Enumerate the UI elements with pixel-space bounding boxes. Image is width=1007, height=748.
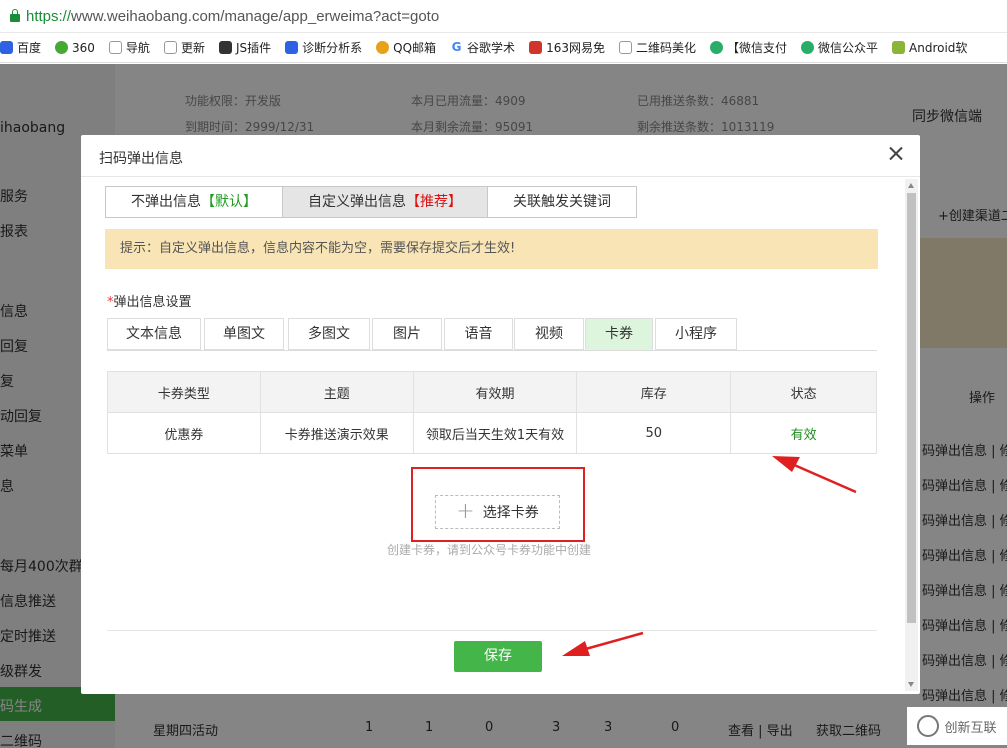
page-icon bbox=[108, 41, 122, 54]
bookmark-scholar[interactable]: G 谷歌学术 bbox=[450, 39, 515, 56]
page-icon bbox=[618, 41, 632, 54]
footer-divider bbox=[107, 630, 877, 631]
tip-banner: 提示：自定义弹出信息，信息内容不能为空，需要保存提交后才生效! bbox=[105, 229, 878, 269]
bookmark-wxpay[interactable]: 【微信支付 bbox=[709, 39, 787, 56]
scroll-down-arrow-icon[interactable] bbox=[908, 682, 914, 687]
dialog-header: 扫码弹出信息 bbox=[81, 135, 920, 177]
analysis-icon bbox=[285, 41, 299, 54]
tab-card-coupon[interactable]: 卡券 bbox=[585, 318, 653, 350]
android-icon bbox=[892, 41, 906, 54]
popup-mode-tabs: 不弹出信息【默认】 自定义弹出信息【推荐】 关联触发关键词 bbox=[105, 186, 637, 218]
bookmarks-bar: 百度 360 导航 更新 JS插件 诊断分析系 QQ邮箱 G 谷歌学术 163网易… bbox=[0, 33, 1007, 63]
url-text[interactable]: https://www.weihaobang.com/manage/app_er… bbox=[26, 8, 439, 25]
tab-text[interactable]: 文本信息 bbox=[107, 318, 201, 350]
table-header-row: 卡券类型 主题 有效期 库存 状态 bbox=[107, 371, 877, 413]
bookmark-qrcode[interactable]: 二维码美化 bbox=[618, 39, 696, 56]
bookmark-diagnosis[interactable]: 诊断分析系 bbox=[285, 39, 362, 56]
wechat-icon bbox=[709, 41, 723, 54]
col-header-validity: 有效期 bbox=[412, 371, 578, 413]
cell-stock: 50 bbox=[576, 412, 732, 454]
360-icon bbox=[55, 41, 69, 54]
tab-custom-popup[interactable]: 自定义弹出信息【推荐】 bbox=[283, 187, 488, 217]
col-header-subject: 主题 bbox=[259, 371, 414, 413]
coupon-table: 卡券类型 主题 有效期 库存 状态 优惠券 卡券推送演示效果 领取后当天生效1天… bbox=[107, 371, 877, 454]
wechat-icon bbox=[801, 41, 814, 54]
plus-icon: + bbox=[456, 499, 475, 524]
cell-coupon-type: 优惠券 bbox=[107, 412, 261, 454]
tab-mini-program[interactable]: 小程序 bbox=[655, 318, 737, 350]
cell-validity: 领取后当天生效1天有效 bbox=[412, 412, 578, 454]
bookmark-update[interactable]: 更新 bbox=[163, 39, 205, 56]
col-header-stock: 库存 bbox=[576, 371, 732, 413]
bookmark-js[interactable]: JS插件 bbox=[218, 39, 271, 56]
page-icon bbox=[163, 41, 177, 54]
col-header-type: 卡券类型 bbox=[107, 371, 261, 413]
address-bar[interactable]: https://www.weihaobang.com/manage/app_er… bbox=[0, 0, 1007, 33]
cell-subject: 卡券推送演示效果 bbox=[259, 412, 414, 454]
tab-voice[interactable]: 语音 bbox=[444, 318, 513, 350]
close-icon[interactable] bbox=[886, 144, 906, 164]
tab-keyword-trigger[interactable]: 关联触发关键词 bbox=[488, 187, 636, 217]
col-header-status: 状态 bbox=[730, 371, 877, 413]
paw-icon bbox=[0, 41, 13, 54]
scroll-up-arrow-icon[interactable] bbox=[908, 183, 914, 188]
google-icon: G bbox=[450, 40, 464, 54]
section-label: *弹出信息设置 bbox=[107, 295, 192, 310]
mail-icon bbox=[376, 41, 390, 54]
lock-icon bbox=[10, 9, 20, 22]
bookmark-wxmp[interactable]: 微信公众平 bbox=[801, 39, 878, 56]
message-type-tabs: 文本信息 单图文 多图文 图片 语音 视频 卡券 小程序 bbox=[107, 318, 877, 351]
dialog-scrollbar[interactable] bbox=[905, 179, 918, 691]
save-button[interactable]: 保存 bbox=[454, 641, 542, 672]
dialog-title: 扫码弹出信息 bbox=[99, 151, 183, 167]
bookmark-android[interactable]: Android软 bbox=[892, 39, 967, 56]
tab-image[interactable]: 图片 bbox=[372, 318, 442, 350]
tab-single-article[interactable]: 单图文 bbox=[204, 318, 284, 350]
bookmark-nav[interactable]: 导航 bbox=[108, 39, 150, 56]
tab-no-popup[interactable]: 不弹出信息【默认】 bbox=[106, 187, 283, 217]
bookmark-qqmail[interactable]: QQ邮箱 bbox=[376, 39, 436, 56]
bookmark-baidu[interactable]: 百度 bbox=[0, 39, 41, 56]
choose-coupon-button[interactable]: + 选择卡券 bbox=[435, 495, 560, 529]
163-icon bbox=[529, 41, 543, 54]
watermark: 创新互联 bbox=[907, 707, 1007, 745]
scroll-thumb[interactable] bbox=[907, 193, 916, 623]
bookmark-163[interactable]: 163网易免 bbox=[529, 39, 605, 56]
brand-logo-icon bbox=[917, 715, 940, 737]
qr-popup-dialog: 扫码弹出信息 不弹出信息【默认】 自定义弹出信息【推荐】 关联触发关键词 提示：… bbox=[81, 135, 920, 694]
create-coupon-hint: 创建卡券，请到公众号卡券功能中创建 bbox=[387, 543, 592, 557]
cell-status: 有效 bbox=[730, 412, 877, 454]
tab-video[interactable]: 视频 bbox=[514, 318, 584, 350]
bookmark-360[interactable]: 360 bbox=[55, 41, 95, 55]
js-icon bbox=[218, 41, 232, 54]
table-row[interactable]: 优惠券 卡券推送演示效果 领取后当天生效1天有效 50 有效 bbox=[107, 412, 877, 454]
tab-multi-article[interactable]: 多图文 bbox=[288, 318, 370, 350]
